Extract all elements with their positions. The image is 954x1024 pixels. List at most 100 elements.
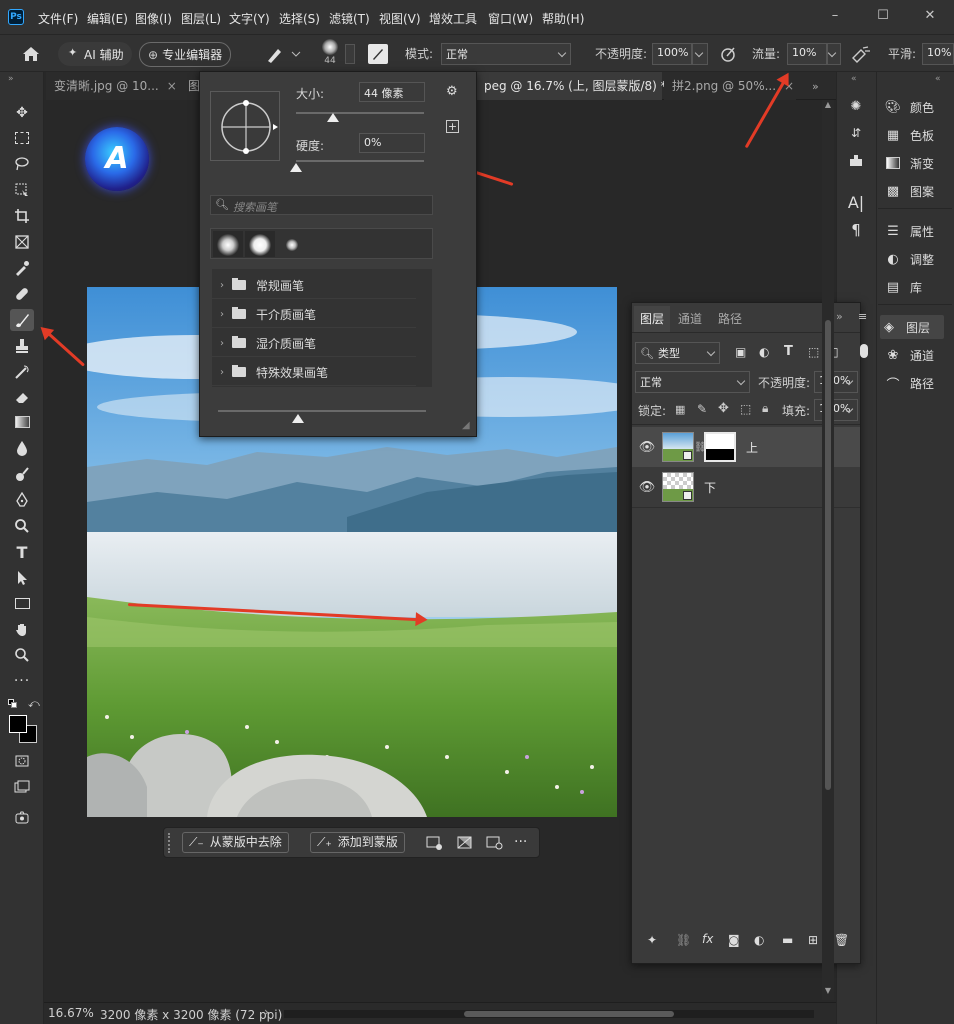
menu-type[interactable]: 文字(Y) (229, 10, 270, 27)
hardness-slider[interactable] (296, 160, 424, 162)
layer-opacity-input[interactable]: 100% (814, 371, 858, 393)
flow-input[interactable]: 10% (787, 43, 827, 65)
search-tool-icon[interactable] (10, 515, 34, 537)
lock-pixels-icon[interactable]: ✎ (697, 402, 707, 416)
brush-group-dry-media[interactable]: › 干介质画笔 (212, 301, 416, 328)
hand-tool-icon[interactable] (10, 618, 34, 640)
resize-grip-icon[interactable]: ◢ (462, 420, 470, 431)
blend-mode-select[interactable]: 正常 (635, 371, 750, 393)
brush-preset-picker[interactable] (264, 43, 304, 65)
menu-view[interactable]: 视图(V) (379, 10, 421, 27)
flow-dropdown[interactable] (827, 43, 841, 65)
lock-artboard-icon[interactable]: ⬚ (740, 402, 751, 416)
size-slider-handle[interactable] (327, 113, 340, 122)
panel-patterns[interactable]: ▩ 图案 (884, 179, 934, 203)
paragraph-panel-icon[interactable]: ¶ (846, 221, 866, 241)
brush-group-general[interactable]: › 常规画笔 (212, 272, 416, 299)
trash-icon[interactable]: 🗑︎ (834, 933, 849, 947)
eraser-tool-icon[interactable] (10, 386, 34, 408)
history-icon[interactable]: ⇵ (846, 126, 866, 144)
close-window-icon[interactable]: ✕ (920, 6, 940, 26)
invert-mask-icon[interactable] (456, 835, 474, 851)
lock-transparent-icon[interactable]: ▦ (675, 403, 685, 416)
zoom-tool-icon[interactable] (10, 644, 34, 666)
menu-plugins[interactable]: 增效工具 (429, 10, 477, 27)
brush-group-special-effects[interactable]: › 特殊效果画笔 (212, 359, 416, 386)
panel-color[interactable]: 🎨︎ 颜色 (884, 95, 934, 119)
maximize-icon[interactable]: ☐ (873, 6, 893, 26)
panel-libraries[interactable]: ▤ 库 (884, 275, 922, 299)
rectangle-tool-icon[interactable] (10, 592, 34, 614)
eye-icon[interactable]: 👁︎ (632, 480, 662, 495)
healing-brush-tool-icon[interactable] (10, 283, 34, 305)
eyedropper-tool-icon[interactable] (10, 257, 34, 279)
horizontal-scrollbar[interactable] (284, 1010, 814, 1018)
menu-window[interactable]: 窗口(W) (488, 10, 533, 27)
filter-toggle[interactable] (860, 344, 868, 358)
tab-document-2[interactable]: 图 (180, 72, 200, 100)
marquee-tool-icon[interactable] (10, 127, 34, 149)
new-adjustment-icon[interactable]: ◐ (754, 933, 764, 947)
brush-size-dropdown[interactable] (345, 44, 355, 64)
filter-adjustment-icon[interactable]: ◐ (759, 345, 769, 359)
blur-tool-icon[interactable] (10, 437, 34, 459)
hardness-slider-handle[interactable] (290, 163, 302, 172)
menu-layer[interactable]: 图层(L) (181, 10, 221, 27)
quick-mask-icon[interactable] (10, 750, 34, 772)
panel-gradients[interactable]: 渐变 (884, 151, 934, 175)
lock-all-icon[interactable]: 🔒︎ (762, 401, 768, 416)
new-group-icon[interactable]: ▬ (782, 933, 793, 947)
type-tool-icon[interactable]: T (10, 541, 34, 563)
object-select-tool-icon[interactable] (10, 179, 34, 201)
layer-filter-select[interactable]: 🔍︎ 类型 (635, 342, 720, 364)
panel-expand-icon[interactable]: » (836, 310, 843, 323)
add-to-mask-button[interactable]: ⟋₊ 添加到蒙版 (310, 832, 405, 853)
collapse-toolbar-icon[interactable]: » (8, 74, 14, 84)
menu-filter[interactable]: 滤镜(T) (329, 10, 370, 27)
dodge-tool-icon[interactable] (10, 463, 34, 485)
remove-from-mask-button[interactable]: ⟋₋ 从蒙版中去除 (182, 832, 289, 853)
eye-icon[interactable]: 👁︎ (632, 440, 662, 455)
panel-layers[interactable]: ◈ 图层 (880, 315, 944, 339)
character-panel-icon[interactable]: A| (846, 193, 866, 213)
menu-help[interactable]: 帮助(H) (542, 10, 584, 27)
opacity-input[interactable]: 100% (652, 43, 692, 65)
gear-icon[interactable]: ⚙ (446, 84, 458, 99)
new-preset-icon[interactable]: + (446, 120, 459, 133)
menu-edit[interactable]: 编辑(E) (87, 10, 128, 27)
menu-image[interactable]: 图像(I) (135, 10, 172, 27)
collapse-strip-icon[interactable]: « (851, 74, 857, 84)
mask-settings-icon[interactable] (486, 835, 504, 851)
move-tool-icon[interactable]: ✥ (10, 102, 34, 124)
gradient-tool-icon[interactable] (10, 411, 34, 433)
add-mask-icon[interactable]: ◙ (728, 933, 740, 947)
tab-document-1[interactable]: 变清晰.jpg @ 10... × (46, 72, 180, 100)
hardness-input[interactable]: 0% (359, 133, 425, 153)
panel-adjustments[interactable]: ◐ 调整 (884, 247, 934, 271)
collapse-panels-icon[interactable]: « (935, 74, 941, 84)
chevron-down-icon[interactable]: ▼ (822, 986, 834, 998)
brush-size-badge[interactable]: 44 (318, 39, 342, 69)
actions-icon[interactable]: ✺ (846, 99, 866, 117)
mask-options-icon[interactable] (426, 835, 444, 851)
zoom-level[interactable]: 16.67% (48, 1006, 94, 1020)
tab-paths[interactable]: 路径 (712, 306, 748, 332)
mode-select[interactable]: 正常 (441, 43, 571, 65)
recent-brush-3[interactable] (277, 231, 307, 257)
status-menu-chevron-icon[interactable]: › (264, 1005, 269, 1019)
path-selection-tool-icon[interactable] (10, 567, 34, 589)
foreground-color-swatch[interactable] (9, 715, 27, 733)
airbrush-icon[interactable] (850, 44, 872, 64)
preview-size-slider[interactable] (218, 410, 426, 412)
vertical-scroll-thumb[interactable] (825, 320, 831, 790)
smooth-input[interactable]: 10% (922, 43, 954, 65)
horizontal-scroll-thumb[interactable] (464, 1011, 674, 1017)
brush-search-input[interactable]: 🔍︎ 搜索画笔 (210, 195, 433, 215)
tabs-overflow-icon[interactable]: » (812, 80, 819, 93)
brush-angle-preview[interactable] (210, 91, 280, 161)
tool-presets-icon[interactable] (846, 152, 866, 170)
brush-group-wet-media[interactable]: › 湿介质画笔 (212, 330, 416, 357)
generate-image-icon[interactable]: ✦ (647, 933, 657, 947)
preview-size-handle[interactable] (292, 414, 304, 423)
drag-handle-icon[interactable] (168, 833, 172, 853)
